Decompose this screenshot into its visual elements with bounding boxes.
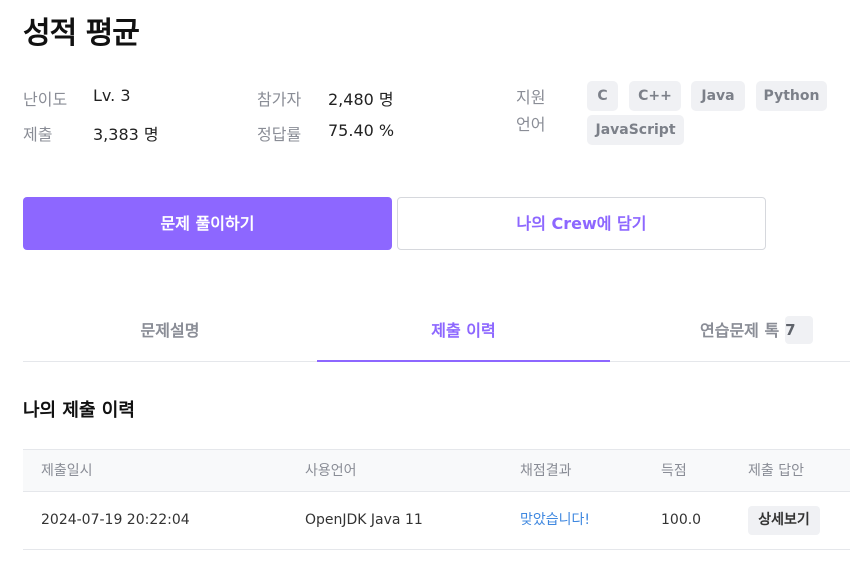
table-header: 제출일시 사용언어 채점결과 득점 제출 답안 — [23, 449, 850, 492]
column-header-date: 제출일시 — [41, 463, 93, 479]
column-header-result: 채점결과 — [520, 463, 572, 479]
submission-date: 2024-07-19 20:22:04 — [41, 512, 190, 528]
language-chip-java: Java — [691, 81, 745, 111]
problem-tabs: 문제설명 제출 이력 연습문제 톡 7 — [23, 301, 850, 362]
participants-value: 2,480 명 — [328, 90, 394, 109]
submission-result: 맞았습니다! — [520, 512, 591, 528]
language-chip-c: C — [587, 81, 618, 111]
view-detail-button[interactable]: 상세보기 — [748, 506, 820, 535]
column-header-language: 사용언어 — [305, 463, 357, 479]
solve-problem-button[interactable]: 문제 풀이하기 — [23, 197, 392, 250]
submissions-label: 제출 — [23, 125, 53, 144]
tab-practice-talk[interactable]: 연습문제 톡 7 — [610, 301, 850, 362]
accuracy-label: 정답률 — [257, 125, 302, 144]
column-header-score: 득점 — [661, 463, 687, 479]
accuracy-value: 75.40 % — [328, 121, 395, 140]
column-header-answer: 제출 답안 — [748, 463, 804, 479]
supported-languages-label: 지원 언어 — [516, 88, 546, 134]
tab-submission-history[interactable]: 제출 이력 — [317, 301, 610, 362]
tab-practice-talk-label: 연습문제 톡 — [700, 321, 780, 340]
submission-history-title: 나의 제출 이력 — [23, 400, 135, 421]
difficulty-value: Lv. 3 — [93, 86, 131, 105]
submissions-value: 3,383 명 — [93, 125, 159, 144]
submission-language: OpenJDK Java 11 — [305, 512, 423, 528]
submission-score: 100.0 — [661, 512, 702, 528]
tab-description-label: 문제설명 — [140, 321, 200, 340]
tab-submission-history-label: 제출 이력 — [431, 321, 496, 340]
table-row: 2024-07-19 20:22:04 OpenJDK Java 11 맞았습니… — [23, 492, 850, 550]
tab-description[interactable]: 문제설명 — [23, 301, 317, 362]
submission-table: 제출일시 사용언어 채점결과 득점 제출 답안 2024-07-19 20:22… — [23, 449, 850, 550]
language-chip-python: Python — [756, 81, 827, 111]
difficulty-label: 난이도 — [23, 90, 68, 109]
page-title: 성적 평균 — [23, 16, 140, 51]
participants-label: 참가자 — [257, 90, 302, 109]
language-chip-javascript: JavaScript — [587, 115, 684, 145]
talk-count-badge: 7 — [785, 315, 814, 344]
add-to-crew-button[interactable]: 나의 Crew에 담기 — [397, 197, 766, 250]
language-chip-cpp: C++ — [629, 81, 681, 111]
